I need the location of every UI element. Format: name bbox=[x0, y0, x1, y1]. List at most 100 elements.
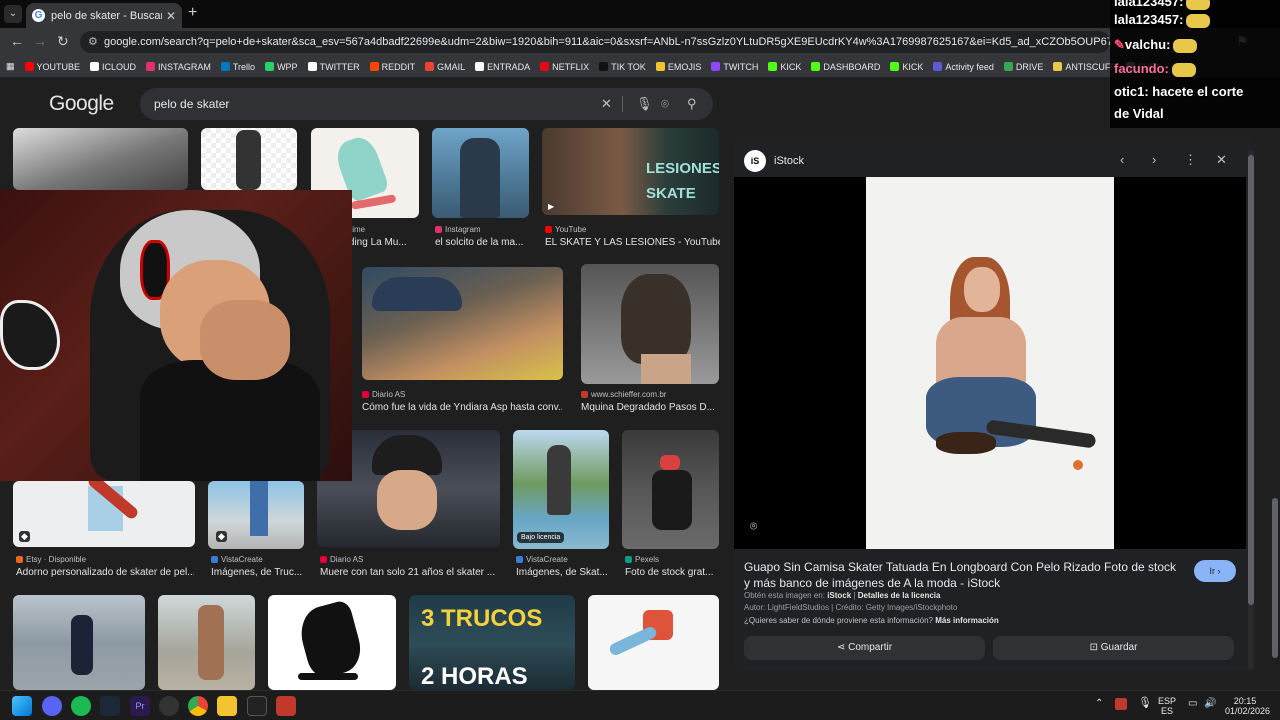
language-indicator[interactable]: ESP ES bbox=[1158, 696, 1176, 716]
address-bar[interactable]: ⚙ google.com/search?q=pelo+de+skater&sca… bbox=[80, 31, 1110, 53]
result-image-2[interactable] bbox=[201, 128, 297, 190]
bookmark-item[interactable]: REDDIT bbox=[369, 62, 415, 72]
bookmark-item[interactable]: KICK bbox=[890, 62, 923, 72]
result-title[interactable]: arding La Mu... bbox=[340, 237, 420, 248]
steam-icon[interactable] bbox=[100, 696, 120, 716]
panel-scroll-thumb[interactable] bbox=[1248, 155, 1254, 605]
result-image-7[interactable] bbox=[581, 264, 719, 384]
reload-icon[interactable]: ↻ bbox=[57, 33, 69, 50]
bookmark-item[interactable]: TWITCH bbox=[711, 62, 758, 72]
result-title[interactable]: Adorno personalizado de skater de pel... bbox=[16, 567, 194, 578]
result-image-14[interactable] bbox=[158, 595, 255, 690]
result-title[interactable]: Imágenes, de Skat... bbox=[516, 567, 611, 578]
obtain-site-link[interactable]: iStock bbox=[827, 591, 851, 600]
result-image-1[interactable] bbox=[13, 128, 188, 190]
app-icon[interactable] bbox=[247, 696, 267, 716]
lens-search-icon[interactable]: ⌾ bbox=[750, 519, 757, 534]
google-logo[interactable]: Google bbox=[49, 92, 114, 116]
license-details-link[interactable]: Detalles de la licencia bbox=[858, 591, 941, 600]
bookmark-item[interactable]: KICK bbox=[768, 62, 801, 72]
result-image-5[interactable]: LESIONES SKATE ▶ bbox=[542, 128, 719, 215]
result-title[interactable]: Muere con tan solo 21 años el skater ... bbox=[320, 567, 500, 578]
bookmark-item[interactable]: NETFLIX bbox=[540, 62, 589, 72]
bookmark-item[interactable]: Trello bbox=[220, 62, 255, 72]
tab-active[interactable]: G pelo de skater - Buscar con Goo ✕ bbox=[26, 3, 182, 28]
bookmark-label: TIK TOK bbox=[611, 61, 646, 72]
file-explorer-icon[interactable] bbox=[217, 696, 237, 716]
chrome-icon[interactable] bbox=[188, 696, 208, 716]
search-box[interactable]: pelo de skater ✕ 🎙 ⌾ ⚲ bbox=[140, 88, 713, 120]
bookmark-item[interactable]: YOUTUBE bbox=[24, 62, 80, 72]
next-icon[interactable]: › bbox=[1152, 152, 1156, 167]
visit-button[interactable]: Ir › bbox=[1194, 560, 1236, 582]
bookmark-item[interactable]: GMAIL bbox=[425, 62, 465, 72]
result-image-17[interactable] bbox=[588, 595, 719, 690]
more-info-link[interactable]: Más información bbox=[935, 616, 999, 625]
result-title[interactable]: Foto de stock grat... bbox=[625, 567, 720, 578]
clock[interactable]: 20:15 01/02/2026 bbox=[1225, 696, 1270, 716]
save-button[interactable]: ⊡ Guardar bbox=[993, 636, 1234, 660]
share-button[interactable]: ⋖ Compartir bbox=[744, 636, 985, 660]
bookmark-item[interactable]: WPP bbox=[265, 62, 298, 72]
network-icon[interactable]: ▭ bbox=[1188, 699, 1197, 709]
result-image-13[interactable] bbox=[13, 595, 145, 690]
premiere-icon[interactable]: Pr bbox=[130, 696, 150, 716]
bookmark-item[interactable]: Activity feed bbox=[933, 62, 994, 72]
clear-icon[interactable]: ✕ bbox=[601, 96, 612, 112]
result-image-4[interactable] bbox=[432, 128, 529, 218]
back-arrow-icon[interactable]: ← bbox=[10, 33, 24, 49]
result-title[interactable]: Cómo fue la vida de Yndiara Asp hasta co… bbox=[362, 402, 562, 413]
emote-icon bbox=[1173, 38, 1198, 53]
discord-icon[interactable] bbox=[42, 696, 62, 716]
page-scrollbar[interactable] bbox=[1271, 78, 1279, 690]
panel-source-name[interactable]: iStock bbox=[774, 155, 804, 167]
microphone-icon[interactable]: 🎙 bbox=[1138, 698, 1152, 709]
result-title[interactable]: Imágenes, de Truc... bbox=[211, 567, 306, 578]
search-icon[interactable]: ⚲ bbox=[687, 96, 697, 112]
microphone-icon[interactable]: 🎙 bbox=[636, 96, 653, 112]
volume-icon[interactable]: 🔊 bbox=[1204, 699, 1216, 709]
bookmark-item[interactable]: TIK TOK bbox=[599, 62, 646, 72]
lens-icon[interactable]: ⌾ bbox=[661, 96, 669, 112]
bookmark-item[interactable]: ENTRADA bbox=[475, 62, 530, 72]
close-icon[interactable]: ✕ bbox=[1216, 152, 1227, 168]
result-image-12[interactable] bbox=[622, 430, 719, 549]
result-image-9[interactable]: ◆ bbox=[208, 481, 304, 549]
close-tab-icon[interactable]: ✕ bbox=[166, 9, 176, 23]
search-input[interactable]: pelo de skater bbox=[154, 97, 229, 111]
forward-arrow-icon[interactable]: → bbox=[33, 33, 47, 49]
bookmark-item[interactable]: DASHBOARD bbox=[811, 62, 880, 72]
result-title[interactable]: Mquina Degradado Pasos D... bbox=[581, 402, 719, 413]
panel-scrollbar[interactable] bbox=[1248, 150, 1254, 670]
result-image-16[interactable]: 3 TRUCOS 2 HORAS bbox=[409, 595, 575, 690]
result-title[interactable]: EL SKATE Y LAS LESIONES - YouTube bbox=[545, 237, 720, 248]
apps-grid-icon[interactable]: ▦ bbox=[6, 61, 15, 72]
result-image-6[interactable] bbox=[362, 267, 563, 380]
result-image-15[interactable] bbox=[268, 595, 396, 690]
site-info-icon[interactable]: ⚙ bbox=[88, 31, 98, 53]
panel-image-title[interactable]: Guapo Sin Camisa Skater Tatuada En Longb… bbox=[744, 559, 1184, 591]
bookmark-item[interactable]: ICLOUD bbox=[90, 62, 136, 72]
show-hidden-icons[interactable]: ⌃ bbox=[1095, 699, 1103, 709]
bookmark-item[interactable]: EMOJIS bbox=[655, 62, 701, 72]
more-options-icon[interactable]: ⋮ bbox=[1184, 152, 1197, 168]
result-title[interactable]: el solcito de la ma... bbox=[435, 237, 530, 248]
tray-app-icon[interactable] bbox=[1115, 698, 1127, 710]
bookmark-item[interactable]: DRIVE bbox=[1003, 62, 1043, 72]
result-image-8[interactable]: ◆ bbox=[13, 481, 195, 547]
bookmark-item[interactable]: TWITTER bbox=[307, 62, 360, 72]
obs-icon[interactable] bbox=[159, 696, 179, 716]
bookmark-item[interactable]: INSTAGRAM bbox=[146, 62, 211, 72]
result-image-11[interactable]: Bajo licencia bbox=[513, 430, 609, 549]
bookmark-item[interactable]: ANTISCUFF bbox=[1053, 62, 1116, 72]
page-scroll-thumb[interactable] bbox=[1272, 498, 1278, 658]
start-button-icon[interactable] bbox=[12, 696, 32, 716]
video-app-icon[interactable] bbox=[276, 696, 296, 716]
new-tab-button[interactable]: + bbox=[188, 4, 197, 22]
istock-logo-icon[interactable]: iS bbox=[744, 150, 766, 172]
previous-icon[interactable]: ‹ bbox=[1120, 152, 1124, 167]
preview-image-area[interactable]: ⌾ bbox=[734, 177, 1246, 549]
tab-search-button[interactable]: ⌄ bbox=[4, 5, 22, 23]
spotify-icon[interactable] bbox=[71, 696, 91, 716]
face-shape bbox=[964, 267, 1000, 312]
